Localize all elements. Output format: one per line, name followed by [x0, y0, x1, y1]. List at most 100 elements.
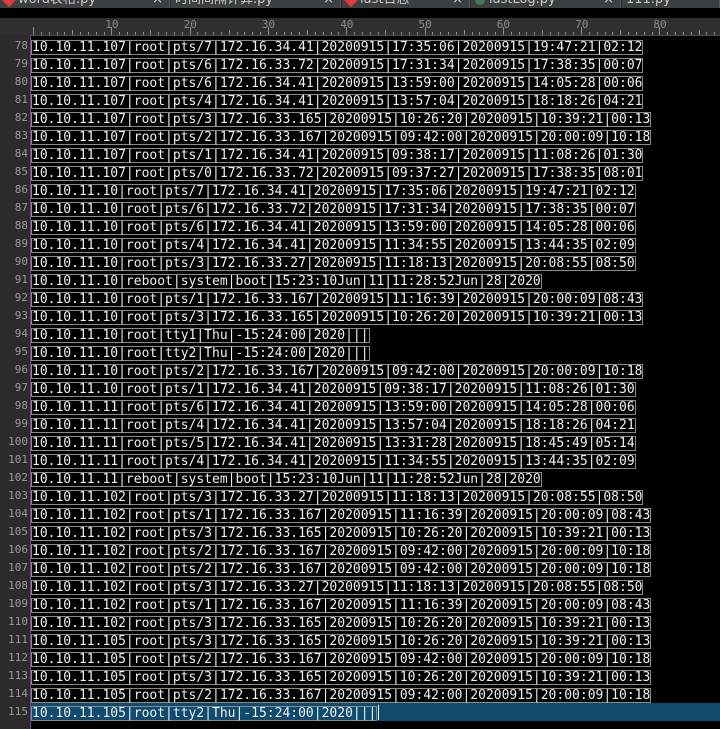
line-text: 10.10.11.102|root|pts/3|172.16.33.27|202…	[32, 490, 643, 505]
line-number: 114	[8, 687, 28, 700]
code-line[interactable]: 10.10.11.10|root|pts/1|172.16.33.167|202…	[31, 289, 720, 307]
line-number: 111	[8, 633, 28, 646]
code-line[interactable]: 10.10.11.10|root|pts/1|172.16.34.41|2020…	[31, 379, 720, 397]
code-line[interactable]: 10.10.11.102|root|pts/3|172.16.33.165|20…	[31, 523, 720, 541]
tab-0[interactable]: word表格.py ×	[0, 0, 170, 8]
code-line[interactable]: 10.10.11.107|root|pts/3|172.16.33.165|20…	[31, 109, 720, 127]
line-text: 10.10.11.107|root|pts/2|172.16.33.167|20…	[32, 130, 651, 145]
code-line[interactable]: 10.10.11.105|root|pts/3|172.16.33.165|20…	[31, 631, 720, 649]
line-text: 10.10.11.105|root|pts/2|172.16.33.167|20…	[32, 688, 651, 703]
code-line[interactable]: 10.10.11.10|root|pts/7|172.16.34.41|2020…	[31, 181, 720, 199]
line-number: 92	[14, 291, 28, 304]
line-number: 96	[14, 363, 28, 376]
line-text: 10.10.11.105|root|pts/2|172.16.33.167|20…	[32, 652, 651, 667]
code-line[interactable]: 10.10.11.11|root|pts/4|172.16.34.41|2020…	[31, 451, 720, 469]
line-text: 10.10.11.10|root|pts/7|172.16.34.41|2020…	[32, 184, 635, 199]
line-text: 10.10.11.107|root|pts/6|172.16.34.41|202…	[32, 76, 643, 91]
code-line[interactable]: 10.10.11.107|root|pts/6|172.16.33.72|202…	[31, 55, 720, 73]
code-line[interactable]: 10.10.11.10|reboot|system|boot|15:23:10J…	[31, 271, 720, 289]
line-number: 113	[8, 669, 28, 682]
line-number: 95	[14, 345, 28, 358]
code-line[interactable]: 10.10.11.107|root|pts/7|172.16.34.41|202…	[31, 37, 720, 55]
text-area[interactable]: 10.10.11.107|root|pts/7|172.16.34.41|202…	[31, 35, 720, 729]
close-icon[interactable]: ×	[152, 0, 163, 8]
code-line[interactable]: 10.10.11.105|root|pts/2|172.16.33.167|20…	[31, 685, 720, 703]
code-line[interactable]: 10.10.11.107|root|pts/2|172.16.33.167|20…	[31, 127, 720, 145]
code-line[interactable]: 10.10.11.102|root|pts/2|172.16.33.167|20…	[31, 559, 720, 577]
tab-bar: word表格.py × 时间间隔计算.py × last日志 × lastLog.py × 11…	[0, 0, 720, 8]
line-text: 10.10.11.102|root|pts/2|172.16.33.167|20…	[32, 544, 651, 559]
code-line[interactable]: 10.10.11.10|root|pts/3|172.16.33.165|202…	[31, 307, 720, 325]
line-text: 10.10.11.102|root|pts/1|172.16.33.167|20…	[32, 508, 651, 523]
code-line[interactable]: 10.10.11.10|root|pts/2|172.16.33.167|202…	[31, 361, 720, 379]
line-text: 10.10.11.107|root|pts/6|172.16.33.72|202…	[32, 58, 643, 73]
tab-4[interactable]: 111.py	[622, 0, 720, 8]
line-number: 102	[8, 471, 28, 484]
line-text: 10.10.11.105|root|pts/3|172.16.33.165|20…	[32, 670, 651, 685]
code-line[interactable]: 10.10.11.10|root|pts/4|172.16.34.41|2020…	[31, 235, 720, 253]
code-line[interactable]: 10.10.11.107|root|pts/4|172.16.34.41|202…	[31, 91, 720, 109]
text-file-icon	[343, 0, 359, 7]
line-text: 10.10.11.11|root|pts/5|172.16.34.41|2020…	[32, 436, 635, 451]
ruler-label: 10	[105, 18, 119, 31]
line-text: 10.10.11.11|reboot|system|boot|15:23:10J…	[32, 472, 541, 487]
line-number: 106	[8, 543, 28, 556]
code-line[interactable]: 10.10.11.11|root|pts/6|172.16.34.41|2020…	[31, 397, 720, 415]
line-number: 79	[14, 57, 28, 70]
line-number: 112	[8, 651, 28, 664]
ruler-label: 50	[418, 18, 432, 31]
code-line[interactable]: 10.10.11.102|root|pts/1|172.16.33.167|20…	[31, 505, 720, 523]
code-line[interactable]: 10.10.11.102|root|pts/3|172.16.33.27|202…	[31, 487, 720, 505]
code-line[interactable]: 10.10.11.11|root|pts/4|172.16.34.41|2020…	[31, 415, 720, 433]
close-icon[interactable]: ×	[323, 0, 334, 8]
tab-label: 111.py	[626, 0, 671, 7]
line-number-gutter[interactable]: 78 79 80 81 82 83 84 85 86 87 88 89 90 91 92 93 94 95 96 97…	[0, 35, 31, 729]
line-text: 10.10.11.10|root|tty2|Thu|-15:24:00|2020…	[32, 346, 369, 361]
code-line[interactable]: 10.10.11.10|root|tty2|Thu|-15:24:00|2020…	[31, 343, 720, 361]
code-line[interactable]: 10.10.11.102|root|pts/2|172.16.33.167|20…	[31, 541, 720, 559]
python-file-icon	[1, 0, 17, 7]
code-line[interactable]: 10.10.11.11|reboot|system|boot|15:23:10J…	[31, 469, 720, 487]
code-line[interactable]: 10.10.11.107|root|pts/6|172.16.34.41|202…	[31, 73, 720, 91]
line-number: 89	[14, 237, 28, 250]
tab-2[interactable]: last日志 ×	[342, 0, 470, 8]
text-editor-window: word表格.py × 时间间隔计算.py × last日志 × lastLog.py × 11…	[0, 0, 720, 729]
code-line[interactable]: 10.10.11.107|root|pts/0|172.16.33.72|202…	[31, 163, 720, 181]
tab-1[interactable]: 时间间隔计算.py ×	[171, 0, 341, 8]
ruler-label: 30	[261, 18, 276, 31]
code-line[interactable]: 10.10.11.105|root|tty2|Thu|-15:24:00|202…	[31, 703, 720, 721]
line-text: 10.10.11.10|root|pts/2|172.16.33.167|202…	[32, 364, 643, 379]
code-line[interactable]: 10.10.11.105|root|pts/2|172.16.33.167|20…	[31, 649, 720, 667]
tab-label: lastLog.py	[489, 0, 556, 7]
tab-label: last日志	[360, 0, 409, 7]
line-text: 10.10.11.102|root|pts/3|172.16.33.27|202…	[32, 580, 643, 595]
code-line[interactable]: 10.10.11.10|root|pts/6|172.16.33.72|2020…	[31, 199, 720, 217]
close-icon[interactable]: ×	[452, 0, 463, 8]
ruler-label: 60	[496, 18, 511, 31]
close-icon[interactable]: ×	[603, 0, 614, 8]
code-line[interactable]: 10.10.11.10|root|pts/6|172.16.34.41|2020…	[31, 217, 720, 235]
line-number: 81	[14, 93, 28, 106]
line-text: 10.10.11.10|reboot|system|boot|15:23:10J…	[32, 274, 541, 289]
line-text: 10.10.11.107|root|pts/4|172.16.34.41|202…	[32, 94, 643, 109]
tab-3[interactable]: lastLog.py ×	[471, 0, 621, 8]
code-line[interactable]: 10.10.11.102|root|pts/3|172.16.33.165|20…	[31, 613, 720, 631]
line-number: 83	[14, 129, 28, 142]
ruler-label: 20	[183, 18, 197, 31]
code-line[interactable]: 10.10.11.10|root|pts/3|172.16.33.27|2020…	[31, 253, 720, 271]
code-line[interactable]: 10.10.11.107|root|pts/1|172.16.34.41|202…	[31, 145, 720, 163]
code-line[interactable]: 10.10.11.10|root|tty1|Thu|-15:24:00|2020…	[31, 325, 720, 343]
line-number: 88	[14, 219, 28, 232]
line-number: 105	[8, 525, 28, 538]
line-text: 10.10.11.102|root|pts/2|172.16.33.167|20…	[32, 562, 651, 577]
column-ruler: 10 20 30 40 50 60 70 80	[0, 18, 720, 36]
line-text: 10.10.11.11|root|pts/4|172.16.34.41|2020…	[32, 454, 635, 469]
code-line[interactable]: 10.10.11.102|root|pts/1|172.16.33.167|20…	[31, 595, 720, 613]
code-line[interactable]: 10.10.11.102|root|pts/3|172.16.33.27|202…	[31, 577, 720, 595]
code-line[interactable]: 10.10.11.105|root|pts/3|172.16.33.165|20…	[31, 667, 720, 685]
line-number: 109	[8, 597, 28, 610]
code-line[interactable]: 10.10.11.11|root|pts/5|172.16.34.41|2020…	[31, 433, 720, 451]
line-number: 78	[14, 39, 28, 52]
line-text: 10.10.11.105|root|pts/3|172.16.33.165|20…	[32, 634, 651, 649]
line-text: 10.10.11.10|root|pts/1|172.16.33.167|202…	[32, 292, 643, 307]
